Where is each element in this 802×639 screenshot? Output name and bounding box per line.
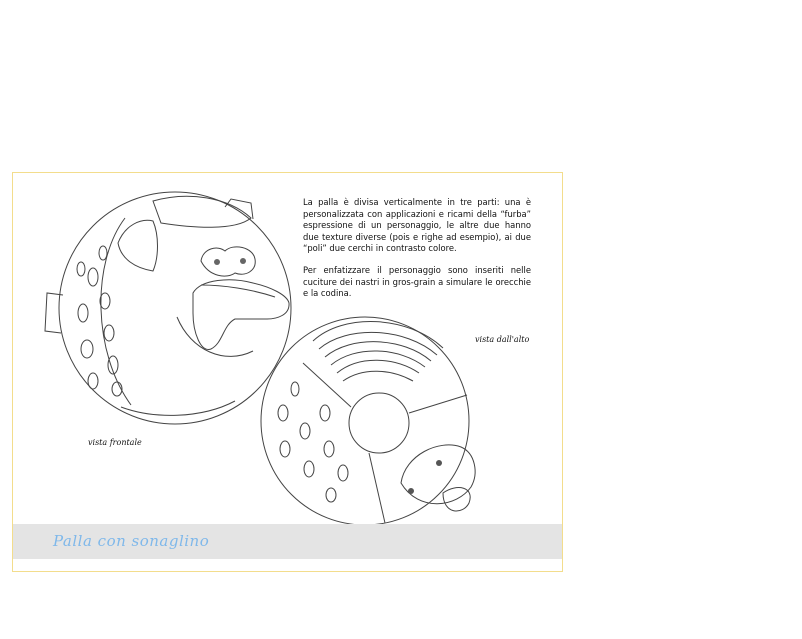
- front-view-caption: vista frontale: [88, 438, 142, 447]
- front-view-ball-sketch: [44, 191, 292, 425]
- title-band: Palla con sonaglino: [13, 524, 562, 559]
- top-view-caption: vista dall'alto: [475, 335, 530, 344]
- description-paragraph-1: La palla è divisa verticalmente in tre p…: [303, 197, 531, 254]
- product-title: Palla con sonaglino: [53, 532, 210, 550]
- description-paragraph-2: Per enfatizzare il personaggio sono inse…: [303, 264, 531, 299]
- description-text: La palla è divisa verticalmente in tre p…: [303, 197, 531, 310]
- presentation-sheet: La palla è divisa verticalmente in tre p…: [12, 172, 563, 572]
- top-view-ball-sketch: [260, 316, 476, 526]
